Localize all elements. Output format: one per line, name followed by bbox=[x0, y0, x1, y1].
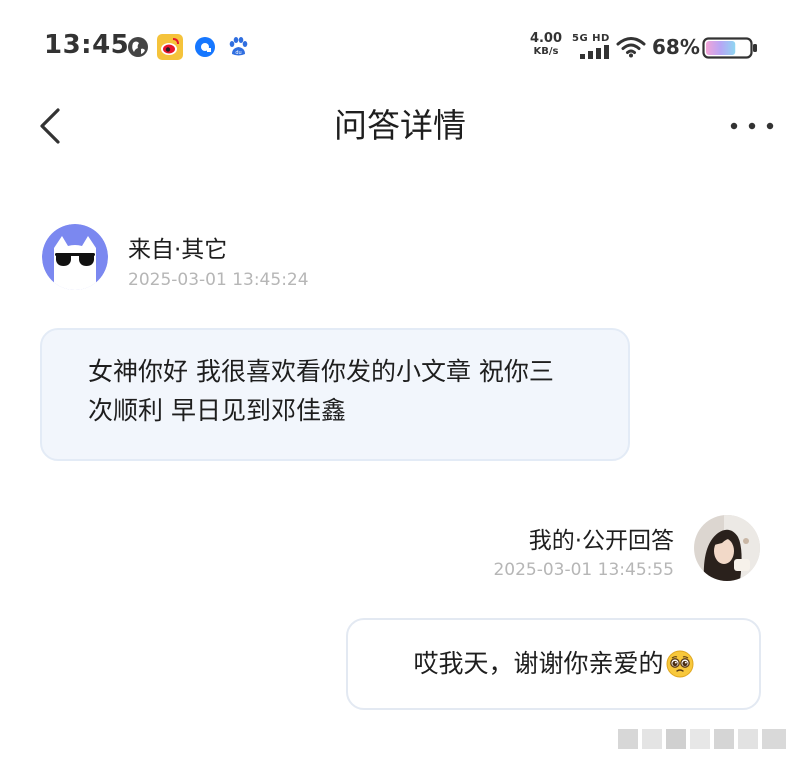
svg-text:du: du bbox=[235, 50, 241, 56]
question-timestamp: 2025-03-01 13:45:24 bbox=[128, 270, 309, 290]
watermark-decoration bbox=[618, 729, 786, 749]
battery-percent: 68% bbox=[652, 35, 700, 59]
blue-app-icon bbox=[195, 37, 215, 57]
globe-icon bbox=[128, 37, 148, 57]
anonymous-avatar bbox=[42, 224, 108, 290]
wifi-icon bbox=[616, 37, 646, 58]
page-title: 问答详情 bbox=[334, 106, 466, 145]
question-bubble: 女神你好 我很喜欢看你发的小文章 祝你三次顺利 早日见到邓佳鑫 bbox=[40, 328, 630, 461]
pleading-face-icon bbox=[666, 650, 693, 678]
status-time: 13:45 bbox=[44, 30, 130, 60]
net-speed: 4.00 KB/s bbox=[528, 32, 564, 57]
answer-bubble: 哎我天，谢谢你亲爱的 bbox=[346, 618, 761, 710]
signal-bars-icon bbox=[580, 45, 609, 59]
baidu-paw-icon: du bbox=[229, 37, 248, 56]
network-type: 5G HD bbox=[572, 33, 610, 44]
user-avatar[interactable] bbox=[694, 515, 760, 581]
question-text: 女神你好 我很喜欢看你发的小文章 祝你三次顺利 早日见到邓佳鑫 bbox=[88, 357, 554, 425]
answer-text-line: 哎我天，谢谢你亲爱的 bbox=[348, 620, 759, 708]
net-speed-unit: KB/s bbox=[533, 46, 559, 57]
more-options-icon[interactable] bbox=[728, 116, 776, 136]
question-source-label: 来自·其它 bbox=[128, 237, 228, 263]
net-speed-value: 4.00 bbox=[529, 31, 563, 46]
answer-text: 哎我天，谢谢你亲爱的 bbox=[413, 649, 664, 678]
weibo-icon bbox=[157, 34, 183, 60]
answer-label: 我的·公开回答 bbox=[528, 528, 674, 554]
battery-icon bbox=[702, 37, 757, 59]
status-bar: 13:45 du 4.00 KB/s 5G HD 68% bbox=[0, 0, 800, 95]
answer-timestamp: 2025-03-01 13:45:55 bbox=[493, 560, 674, 580]
